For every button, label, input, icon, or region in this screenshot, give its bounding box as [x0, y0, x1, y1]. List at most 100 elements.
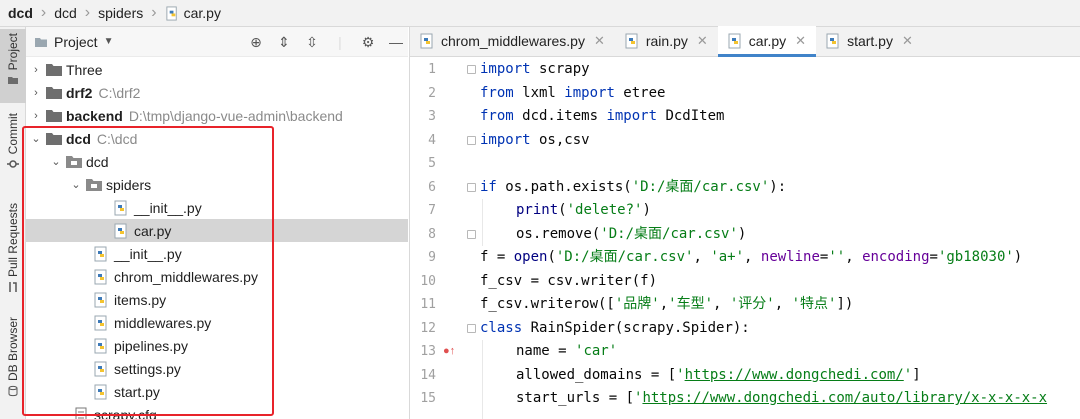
tree-item-middlewares[interactable]: middlewares.py	[26, 311, 408, 334]
fold-marker-icon[interactable]	[467, 324, 476, 333]
code-text: allowed_domains = [	[516, 366, 677, 383]
tree-item-three[interactable]: › Three	[26, 58, 408, 81]
tab-start[interactable]: start.py ✕	[816, 26, 923, 56]
code-area[interactable]: import scrapy from lxml import etree fro…	[480, 58, 1080, 419]
code-text: ):	[769, 178, 787, 195]
chevron-down-icon[interactable]: ⌄	[30, 132, 42, 145]
close-icon[interactable]: ✕	[902, 33, 913, 49]
tab-chrom-middlewares[interactable]: chrom_middlewares.py ✕	[410, 26, 615, 56]
chevron-down-icon[interactable]: ⌄	[50, 155, 62, 168]
code-text: ,	[845, 249, 863, 265]
project-view-selector[interactable]: Project	[54, 34, 98, 50]
line-number: 14	[420, 367, 436, 383]
fold-marker-icon[interactable]	[467, 136, 476, 145]
chevron-right-icon[interactable]: ›	[30, 87, 42, 99]
tool-tab-project[interactable]: Project	[0, 29, 26, 103]
tree-item-label: items.py	[114, 291, 167, 308]
tree-item-backend[interactable]: › backend D:\tmp\django-vue-admin\backen…	[26, 104, 408, 127]
tree-item-spiders[interactable]: ⌄ spiders	[26, 173, 408, 196]
fold-marker-icon[interactable]	[467, 230, 476, 239]
tree-item-pipelines[interactable]: pipelines.py	[26, 334, 408, 357]
line-number: 2	[428, 85, 436, 101]
chevron-down-icon[interactable]: ▼	[104, 36, 114, 47]
gear-icon[interactable]: ⚙	[360, 34, 376, 50]
hide-panel-icon[interactable]: —	[388, 34, 404, 50]
tree-item-label: start.py	[114, 383, 160, 400]
code-text: DcdItem	[657, 108, 725, 124]
code-line-15: start_urls = ['https://www.dongchedi.com…	[480, 387, 1047, 411]
tool-tab-label: Commit	[6, 113, 20, 155]
chevron-right-icon[interactable]: ›	[30, 64, 42, 76]
line-number: 3	[428, 109, 436, 124]
tool-tab-db-browser[interactable]: DB Browser	[0, 317, 26, 415]
tree-item-settings[interactable]: settings.py	[26, 357, 408, 380]
url-link[interactable]: https://www.dongchedi.com/	[685, 367, 904, 383]
code-text: )	[1013, 249, 1023, 265]
code-text: )	[642, 202, 651, 218]
tab-rain[interactable]: rain.py ✕	[615, 26, 718, 56]
string-literal: 'D:/桌面/car.csv'	[631, 178, 770, 195]
collapse-all-icon[interactable]: ⇳	[304, 34, 320, 50]
python-file-icon	[728, 33, 741, 49]
tree-item-scrapy-cfg[interactable]: scrapy.cfg	[26, 403, 408, 419]
code-text: os.remove(	[516, 225, 601, 242]
fold-marker-icon[interactable]	[467, 183, 476, 192]
locate-icon[interactable]: ⊕	[248, 34, 264, 50]
string-literal: ''	[828, 249, 846, 265]
string-literal: 'delete?'	[566, 202, 643, 218]
keyword: import	[564, 84, 615, 101]
close-icon[interactable]: ✕	[697, 33, 708, 49]
url-link[interactable]: https://www.dongchedi.com/auto/library/x…	[642, 390, 1047, 406]
tree-item-dcd-package[interactable]: ⌄ dcd	[26, 150, 408, 173]
line-number: 10	[420, 273, 436, 289]
code-line-6: if os.path.exists('D:/桌面/car.csv'):	[480, 176, 786, 200]
string-literal: '品牌'	[614, 296, 660, 312]
folder-icon	[46, 64, 62, 76]
tree-item-dcd-init[interactable]: __init__.py	[26, 242, 408, 265]
tree-item-car-py[interactable]: car.py	[26, 219, 408, 242]
tree-item-chrom-middlewares[interactable]: chrom_middlewares.py	[26, 265, 408, 288]
folder-icon	[46, 133, 62, 145]
keyword: import	[480, 131, 531, 148]
keyword: import	[606, 108, 658, 124]
string-literal: '	[676, 366, 685, 383]
breadcrumb: dcd › dcd › spiders › car.py	[0, 0, 1080, 27]
override-marker-icon[interactable]: ●↑	[443, 345, 455, 357]
breadcrumb-item-dcd-package[interactable]: dcd	[54, 5, 77, 21]
tool-tab-commit[interactable]: Commit	[0, 113, 26, 183]
close-icon[interactable]: ✕	[795, 33, 806, 49]
tree-item-start[interactable]: start.py	[26, 380, 408, 403]
close-icon[interactable]: ✕	[594, 33, 605, 49]
tree-item-dcd-root[interactable]: ⌄ dcd C:\dcd	[26, 127, 408, 150]
tab-label: rain.py	[645, 33, 688, 49]
tree-item-items[interactable]: items.py	[26, 288, 408, 311]
line-number: 4	[428, 132, 436, 148]
python-file-icon	[94, 246, 107, 261]
python-file-icon	[94, 338, 107, 353]
tool-tab-pull-requests[interactable]: Pull Requests	[0, 203, 26, 303]
code-line-13: name = 'car'	[480, 340, 617, 364]
code-line-7: print('delete?')	[480, 199, 651, 223]
tree-item-spiders-init[interactable]: __init__.py	[26, 196, 408, 219]
keyword-argument: encoding	[862, 249, 930, 265]
code-text: scrapy	[530, 61, 590, 77]
tree-item-label: middlewares.py	[114, 314, 212, 331]
expand-all-icon[interactable]: ⇕	[276, 34, 292, 50]
fold-marker-icon[interactable]	[467, 65, 476, 74]
tab-car[interactable]: car.py ✕	[717, 26, 817, 57]
chevron-down-icon[interactable]: ⌄	[70, 178, 82, 191]
python-file-icon	[114, 223, 127, 238]
line-number: 15	[420, 391, 436, 406]
breadcrumb-item-dcd[interactable]: dcd	[8, 5, 33, 21]
breadcrumb-item-spiders[interactable]: spiders	[98, 5, 143, 21]
tree-item-label: spiders	[106, 176, 152, 193]
breadcrumb-item-car-py[interactable]: car.py	[165, 5, 221, 21]
chevron-right-icon: ›	[84, 4, 91, 21]
config-file-icon	[75, 407, 87, 419]
tree-item-path: C:\drf2	[98, 84, 141, 101]
tree-item-drf2[interactable]: › drf2 C:\drf2	[26, 81, 408, 104]
builtin-function: print	[516, 202, 559, 218]
code-text: RainSpider(scrapy.Spider):	[522, 319, 750, 336]
code-text: lxml	[513, 84, 565, 101]
chevron-right-icon[interactable]: ›	[30, 110, 42, 122]
